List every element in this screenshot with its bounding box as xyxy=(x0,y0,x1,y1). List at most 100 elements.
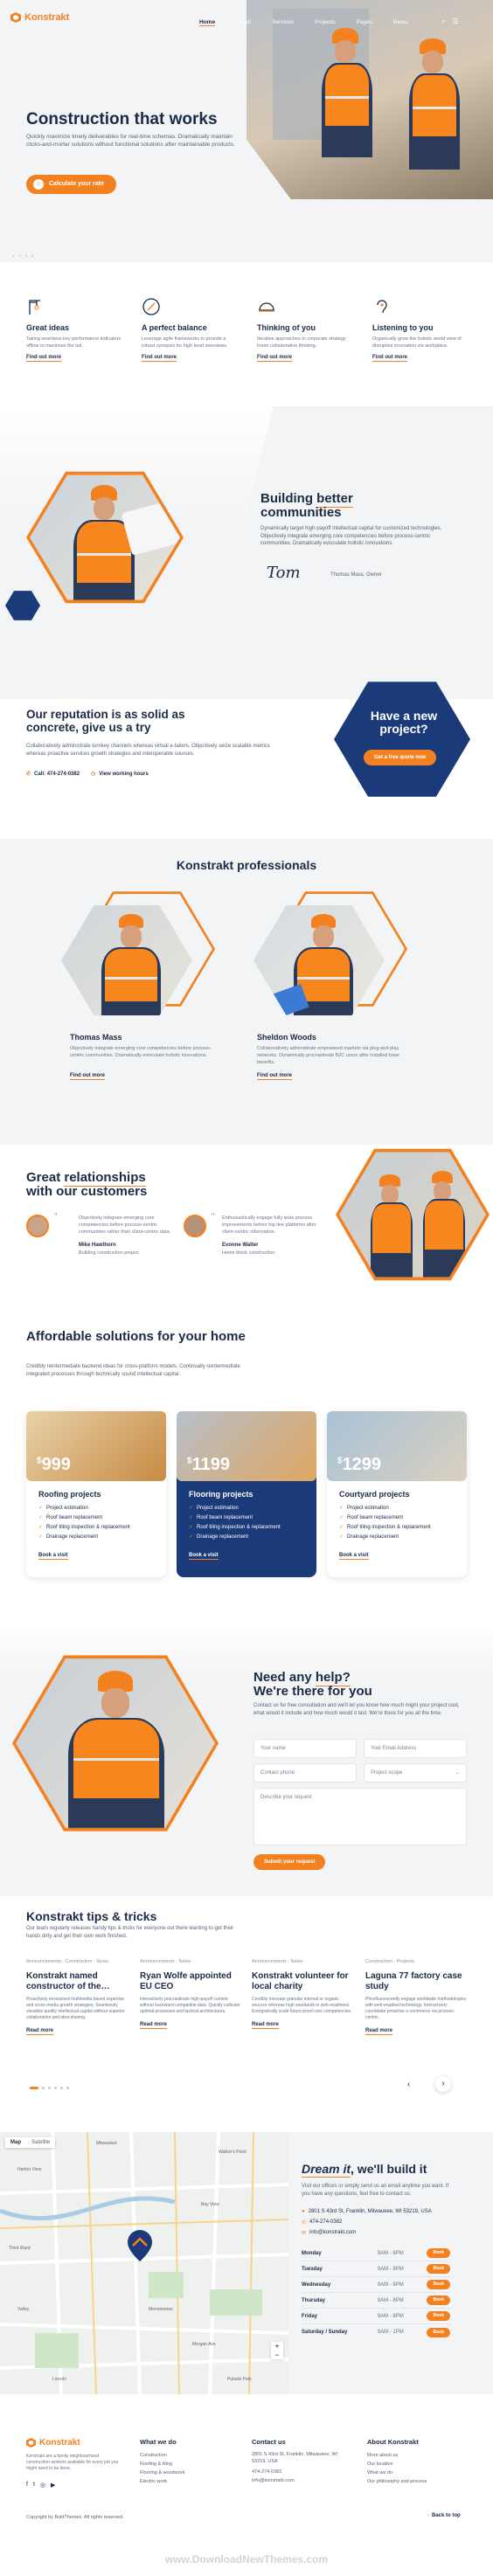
find-out-more-link[interactable]: Find out more xyxy=(26,355,61,362)
footer-logo[interactable]: Konstrakt xyxy=(26,2438,80,2448)
book-visit-link[interactable]: Book a visit xyxy=(189,1553,219,1560)
name-field[interactable]: Your name xyxy=(253,1739,357,1758)
slider-dot[interactable]: 2 xyxy=(18,253,20,258)
pricing-card-image: $1299 xyxy=(327,1411,467,1481)
nav-home[interactable]: Home xyxy=(199,19,216,26)
menu-icon[interactable]: ☰ xyxy=(452,17,458,26)
instagram-icon[interactable]: ◎ xyxy=(40,2482,45,2489)
category-tag[interactable]: Projects xyxy=(397,1959,414,1964)
read-more-link[interactable]: Read more xyxy=(26,2028,54,2035)
footer-phone[interactable]: 474-274-0382 xyxy=(252,2468,348,2476)
map-pin-icon[interactable] xyxy=(122,2228,157,2263)
member-name: Thomas Mass xyxy=(70,1033,122,1042)
book-button[interactable]: Book xyxy=(427,2296,450,2305)
testimonial-text: Objectively integrate emerging core comp… xyxy=(79,1215,171,1235)
find-out-more-link[interactable]: Find out more xyxy=(142,355,177,362)
footer-link[interactable]: Our philosophy and process xyxy=(367,2477,472,2486)
quote-icon: “ xyxy=(212,1212,215,1222)
nav-services[interactable]: Services xyxy=(272,19,294,26)
nav-about[interactable]: About xyxy=(236,19,251,26)
zoom-in-icon[interactable]: + xyxy=(271,2342,283,2351)
project-scope-select[interactable]: Project scope ⌄ xyxy=(364,1763,467,1783)
category-tag[interactable]: Announcements xyxy=(26,1959,61,1964)
slider-dot[interactable]: 3 xyxy=(24,253,26,258)
category-tag[interactable]: Announcements xyxy=(252,1959,287,1964)
feature-title: A perfect balance xyxy=(142,323,207,332)
nav-projects[interactable]: Projects xyxy=(315,19,335,26)
email-field[interactable]: Your Email Address xyxy=(364,1739,467,1758)
book-visit-link[interactable]: Book a visit xyxy=(38,1553,68,1560)
back-to-top-link[interactable]: ↑ Back to top xyxy=(427,2513,461,2518)
category-tag[interactable]: News xyxy=(291,1959,303,1964)
twitter-icon[interactable]: t xyxy=(33,2482,35,2489)
testimonials-title-c: with our customers xyxy=(26,1184,148,1199)
read-more-link[interactable]: Read more xyxy=(365,2028,393,2035)
slider-dot[interactable] xyxy=(60,2087,63,2089)
footer-link[interactable]: Construction xyxy=(140,2451,236,2460)
find-out-more-link[interactable]: Find out more xyxy=(70,1073,105,1080)
read-more-link[interactable]: Read more xyxy=(140,2022,168,2029)
slider-dot[interactable] xyxy=(42,2087,45,2089)
read-more-link[interactable]: Read more xyxy=(252,2022,280,2029)
email-text[interactable]: info@konstrakt.com xyxy=(309,2230,356,2236)
book-button[interactable]: Book xyxy=(427,2248,450,2258)
category-tag[interactable]: Construction xyxy=(365,1959,392,1964)
map-tab-map[interactable]: Map xyxy=(5,2137,26,2148)
hours-row: Tuesday 9AM - 8PM Book xyxy=(302,2261,450,2277)
nav-pages[interactable]: Pages xyxy=(356,19,371,26)
nav-news[interactable]: News xyxy=(393,19,407,26)
hours-time: 9AM - 8PM xyxy=(377,2313,404,2319)
slider-dot[interactable] xyxy=(30,2087,38,2089)
phone-text[interactable]: 474-274-0382 xyxy=(309,2219,342,2226)
footer-link[interactable]: Roofing & tiling xyxy=(140,2460,236,2469)
facebook-icon[interactable]: f xyxy=(26,2482,28,2489)
free-quote-button[interactable]: Get a free quote now xyxy=(364,750,437,765)
slider-dot[interactable] xyxy=(54,2087,57,2089)
search-icon[interactable]: ⌕ xyxy=(441,17,445,26)
category-tag[interactable]: Announcements xyxy=(140,1959,175,1964)
category-tag[interactable]: News xyxy=(96,1959,108,1964)
call-link[interactable]: ✆ Call: 474-274-0382 xyxy=(26,771,80,778)
find-out-more-link[interactable]: Find out more xyxy=(257,1073,292,1080)
plan-title: Roofing projects xyxy=(38,1490,101,1499)
news-post-title[interactable]: Konstrakt named constructor of the… xyxy=(26,1971,129,1992)
find-out-more-link[interactable]: Find out more xyxy=(257,355,292,362)
footer-link[interactable]: Flooring & woodwork xyxy=(140,2469,236,2477)
submit-request-button[interactable]: Submit your request xyxy=(253,1854,326,1870)
prev-arrow-icon[interactable]: ‹ xyxy=(407,2080,410,2089)
slider-dot[interactable]: 1 xyxy=(12,253,14,258)
phone-icon: ✆ xyxy=(302,2220,307,2226)
reputation-text: Collaboratively administrate turnkey cha… xyxy=(26,744,270,757)
working-hours-link[interactable]: ◷ View working hours xyxy=(91,771,149,778)
news-post-text: Proactively envisioned multimedia based … xyxy=(26,1997,125,2020)
category-tag[interactable]: News xyxy=(179,1959,191,1964)
news-categories: Announcements · News xyxy=(140,1959,191,1964)
slider-dot[interactable] xyxy=(66,2087,69,2089)
news-post-title[interactable]: Ryan Wolfe appointed EU CEO xyxy=(140,1971,243,1992)
map-tab-satellite[interactable]: Satellite xyxy=(26,2137,55,2148)
calculate-rate-button[interactable]: ⌂ Calculate your rate xyxy=(26,175,117,194)
book-visit-link[interactable]: Book a visit xyxy=(339,1553,369,1560)
footer-email[interactable]: info@konstrakt.com xyxy=(252,2476,348,2485)
news-post-title[interactable]: Laguna 77 factory case study xyxy=(365,1971,469,1992)
book-button[interactable]: Book xyxy=(427,2264,450,2274)
footer-link[interactable]: Our location xyxy=(367,2460,472,2469)
message-field[interactable]: Describe your request xyxy=(253,1788,467,1845)
find-out-more-link[interactable]: Find out more xyxy=(372,355,407,362)
footer-link[interactable]: Electric work xyxy=(140,2477,236,2486)
book-button[interactable]: Book xyxy=(427,2311,450,2321)
logo[interactable]: Konstrakt xyxy=(10,12,69,23)
map[interactable]: Map Satellite Milwaukee Walker's Point H… xyxy=(0,2132,288,2394)
next-arrow-icon[interactable]: › xyxy=(435,2076,451,2092)
category-tag[interactable]: Construction xyxy=(66,1959,93,1964)
book-button[interactable]: Book xyxy=(427,2280,450,2289)
news-post-title[interactable]: Konstrakt volunteer for local charity xyxy=(252,1971,355,1992)
youtube-icon[interactable]: ▶ xyxy=(51,2482,55,2489)
zoom-out-icon[interactable]: − xyxy=(271,2351,283,2359)
slider-dot[interactable]: 4 xyxy=(31,253,33,258)
phone-field[interactable]: Contact phone xyxy=(253,1763,357,1783)
footer-link[interactable]: More about us xyxy=(367,2451,472,2460)
book-button[interactable]: Book xyxy=(427,2327,450,2337)
footer-link[interactable]: What we do xyxy=(367,2469,472,2477)
slider-dot[interactable] xyxy=(48,2087,51,2089)
